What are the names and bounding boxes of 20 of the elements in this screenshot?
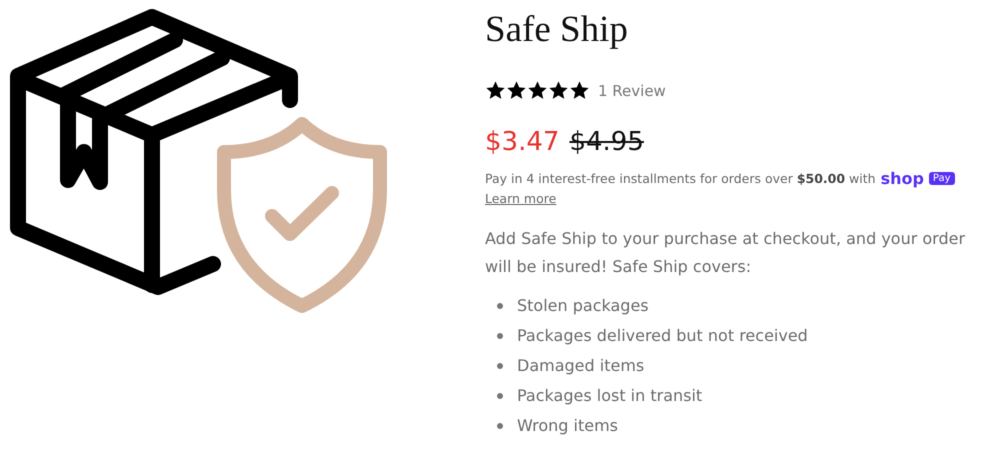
description-text: Add Safe Ship to your purchase at checkout, and your order will be insured! Safe Ship covers:	[485, 228, 966, 278]
bullet-icon	[497, 393, 503, 399]
installments-text: Pay in 4 interest-free installments for orders over $50.00 with	[485, 171, 876, 186]
coverage-item: Stolen packages	[517, 295, 649, 317]
bullet-icon	[497, 363, 503, 369]
review-count[interactable]: 1 Review	[598, 82, 666, 100]
bullet-icon	[497, 303, 503, 309]
coverage-item: Packages lost in transit	[517, 385, 702, 407]
shop-logo: shop	[880, 169, 924, 188]
original-price: $4.95	[569, 127, 644, 157]
product-title: Safe Ship	[485, 8, 629, 52]
pay-badge: Pay	[928, 172, 955, 185]
learn-more-link[interactable]: Learn more	[485, 191, 556, 206]
coverage-item: Packages delivered but not received	[517, 325, 808, 347]
sale-price: $3.47	[485, 127, 560, 157]
bullet-icon	[497, 333, 503, 339]
shield-check-icon	[217, 117, 387, 313]
coverage-item: Wrong items	[517, 415, 618, 437]
coverage-item: Damaged items	[517, 355, 644, 377]
bullet-icon	[497, 423, 503, 429]
